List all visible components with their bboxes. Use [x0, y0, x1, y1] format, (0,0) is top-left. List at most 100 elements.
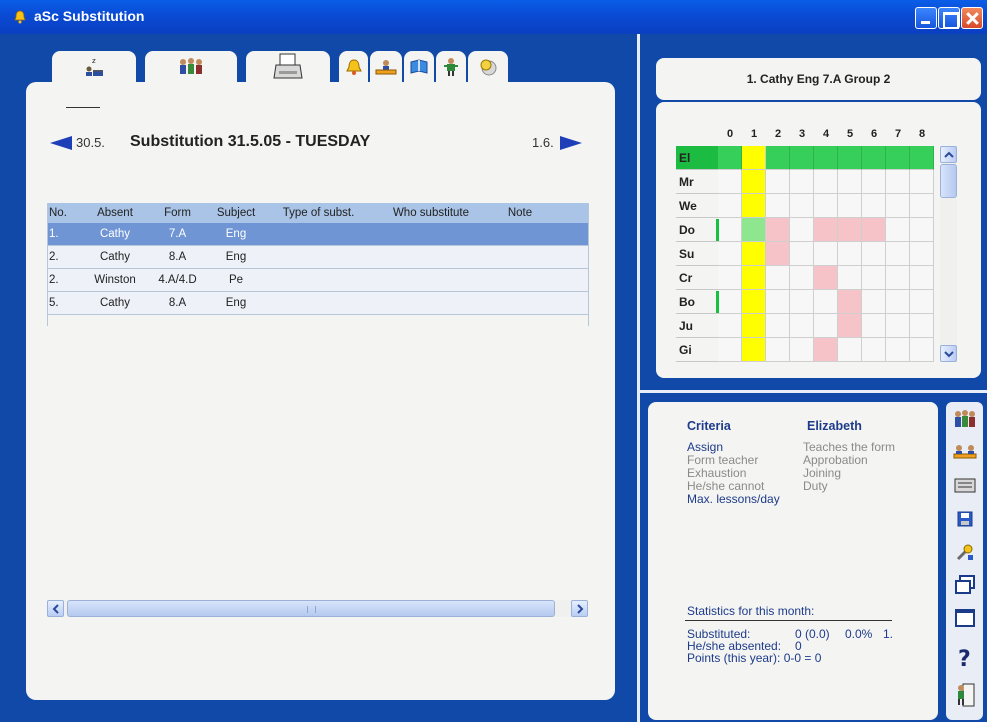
timetable-cell[interactable]	[814, 146, 838, 170]
table-row[interactable]: 1. Cathy 7.A Eng	[47, 223, 589, 246]
timetable-cell[interactable]	[886, 218, 910, 242]
timetable-cell[interactable]	[766, 146, 790, 170]
column-header-form[interactable]: Form	[149, 203, 206, 223]
next-day-button[interactable]: 1.6.	[532, 135, 582, 150]
vertical-splitter[interactable]	[637, 34, 640, 722]
cell-type[interactable]	[266, 223, 371, 245]
timetable-cell[interactable]	[814, 170, 838, 194]
timetable-cell[interactable]	[718, 314, 742, 338]
save-button[interactable]	[951, 505, 978, 532]
teacher-row-label[interactable]: Do	[676, 218, 718, 242]
timetable-cell[interactable]	[862, 146, 886, 170]
timetable-cell[interactable]	[910, 170, 934, 194]
teacher-row-label[interactable]: Su	[676, 242, 718, 266]
help-button[interactable]: ?	[951, 644, 978, 671]
timetable-cell[interactable]	[862, 218, 886, 242]
timetable-cell[interactable]	[814, 290, 838, 314]
timetable-cell[interactable]	[910, 314, 934, 338]
teacher-row-label[interactable]: Gi	[676, 338, 718, 362]
teacher-row-label[interactable]: Bo	[676, 290, 718, 314]
timetable-cell[interactable]	[838, 170, 862, 194]
criterion-duty[interactable]: Duty	[803, 480, 895, 493]
timetable-cell[interactable]	[886, 290, 910, 314]
settings-button[interactable]	[951, 538, 978, 565]
timetable-cell[interactable]	[862, 338, 886, 362]
timetable-cell[interactable]	[814, 242, 838, 266]
previous-day-button[interactable]: 30.5.	[50, 135, 105, 150]
scroll-up-button[interactable]	[940, 146, 957, 163]
close-button[interactable]	[961, 7, 983, 29]
timetable-cell[interactable]	[862, 266, 886, 290]
timetable-cell[interactable]	[910, 218, 934, 242]
timetable-cell[interactable]	[742, 266, 766, 290]
tab-print[interactable]	[246, 51, 330, 82]
cell-who[interactable]	[371, 269, 491, 291]
timetable-cell[interactable]	[790, 290, 814, 314]
cell-who[interactable]	[371, 292, 491, 314]
teacher-row-label[interactable]: Cr	[676, 266, 718, 290]
timetable-cell[interactable]	[766, 338, 790, 362]
horizontal-splitter[interactable]	[640, 390, 987, 393]
tab-classrooms[interactable]	[370, 51, 402, 82]
timetable-cell[interactable]	[718, 170, 742, 194]
cell-type[interactable]	[266, 292, 371, 314]
timetable-cell[interactable]	[790, 194, 814, 218]
cell-type[interactable]	[266, 269, 371, 291]
timetable-cell[interactable]	[790, 266, 814, 290]
teacher-row-label[interactable]: Mr	[676, 170, 718, 194]
timetable-cell[interactable]	[718, 194, 742, 218]
timetable-cell[interactable]	[790, 242, 814, 266]
timetable-cell[interactable]	[814, 338, 838, 362]
tab-absences[interactable]: z	[52, 51, 136, 82]
timetable-cell[interactable]	[742, 338, 766, 362]
scroll-down-button[interactable]	[940, 345, 957, 362]
timetable-cell[interactable]	[910, 146, 934, 170]
teacher-row-label[interactable]: El	[676, 146, 718, 170]
cell-who[interactable]	[371, 223, 491, 245]
timetable-cell[interactable]	[838, 314, 862, 338]
timetable-cell[interactable]	[718, 338, 742, 362]
criterion-max-lessons[interactable]: Max. lessons/day	[687, 493, 780, 506]
timetable-cell[interactable]	[910, 266, 934, 290]
timetable-cell[interactable]	[742, 170, 766, 194]
timetable-cell[interactable]	[790, 218, 814, 242]
tab-bells[interactable]	[339, 51, 368, 82]
timetable-cell[interactable]	[718, 218, 742, 242]
timetable-cell[interactable]	[886, 266, 910, 290]
timetable-cell[interactable]	[814, 314, 838, 338]
timetable-cell[interactable]	[766, 218, 790, 242]
column-header-who[interactable]: Who substitute	[371, 203, 491, 223]
table-row[interactable]: 2. Winston 4.A/4.D Pe	[47, 269, 589, 292]
tab-persons[interactable]	[436, 51, 466, 82]
timetable-cell[interactable]	[862, 194, 886, 218]
teachers-button[interactable]	[951, 406, 978, 433]
timetable-cell[interactable]	[886, 194, 910, 218]
teacher-row-label[interactable]: Ju	[676, 314, 718, 338]
timetable-cell[interactable]	[838, 242, 862, 266]
table-row[interactable]: 2. Cathy 8.A Eng	[47, 246, 589, 269]
cell-note[interactable]	[491, 269, 549, 291]
timetable-cell[interactable]	[718, 242, 742, 266]
column-header-note[interactable]: Note	[491, 203, 549, 223]
table-row[interactable]: 5. Cathy 8.A Eng	[47, 292, 589, 315]
cell-note[interactable]	[491, 246, 549, 268]
column-header-no[interactable]: No.	[47, 203, 81, 223]
timetable-cell[interactable]	[862, 170, 886, 194]
timetable-cell[interactable]	[862, 314, 886, 338]
timetable-cell[interactable]	[862, 242, 886, 266]
timetable-cell[interactable]	[886, 338, 910, 362]
scroll-left-button[interactable]	[47, 600, 64, 617]
timetable-cell[interactable]	[742, 146, 766, 170]
timetable-cell[interactable]	[790, 170, 814, 194]
timetable-cell[interactable]	[886, 170, 910, 194]
timetable-cell[interactable]	[838, 146, 862, 170]
cell-who[interactable]	[371, 246, 491, 268]
classes-button[interactable]	[951, 439, 978, 466]
timetable-cell[interactable]	[766, 194, 790, 218]
timetable-cell[interactable]	[814, 218, 838, 242]
timetable-cell[interactable]	[814, 194, 838, 218]
timetable-cell[interactable]	[742, 242, 766, 266]
timetable-cell[interactable]	[886, 242, 910, 266]
timetable-cell[interactable]	[910, 290, 934, 314]
cell-note[interactable]	[491, 223, 549, 245]
